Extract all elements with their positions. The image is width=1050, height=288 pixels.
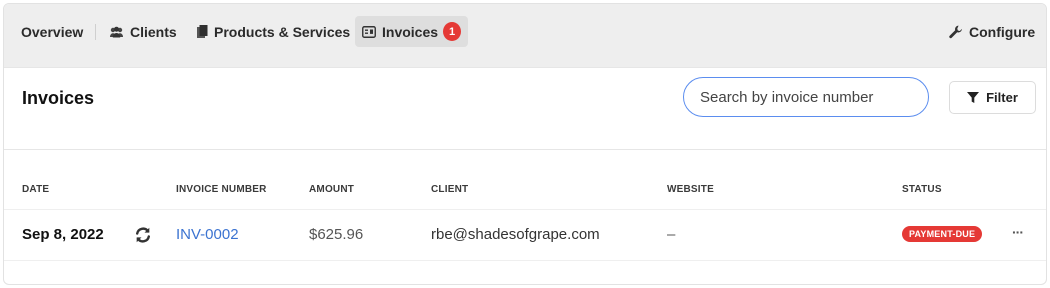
more-icon[interactable]: ···	[1012, 224, 1024, 240]
configure-label: Configure	[969, 23, 1036, 40]
nav-invoices-label: Invoices	[382, 23, 439, 40]
nav-products-label: Products & Services	[214, 23, 351, 40]
recurring-icon	[134, 226, 152, 244]
page-title: Invoices	[22, 88, 95, 108]
configure-button[interactable]: Configure	[942, 16, 1042, 47]
row-website: –	[667, 226, 676, 243]
invoices-panel: Overview Clients Products & Services Inv…	[3, 3, 1047, 285]
clients-icon	[109, 26, 124, 38]
row-divider-bottom	[4, 260, 1046, 261]
nav-products-services[interactable]: Products & Services	[190, 16, 357, 47]
row-invoice-number-link[interactable]: INV-0002	[176, 226, 239, 243]
filter-icon	[967, 92, 980, 103]
search-input[interactable]	[683, 77, 929, 117]
row-date: Sep 8, 2022	[22, 226, 104, 243]
row-client: rbe@shadesofgrape.com	[431, 226, 600, 243]
column-header-website[interactable]: WEBSITE	[667, 184, 714, 195]
column-header-invoice-number[interactable]: INVOICE NUMBER	[176, 184, 267, 195]
row-amount: $625.96	[309, 226, 364, 243]
filter-button[interactable]: Filter	[949, 81, 1036, 114]
column-header-date[interactable]: DATE	[22, 184, 49, 195]
row-divider	[4, 209, 1046, 210]
nav-divider	[95, 24, 96, 40]
column-header-amount[interactable]: AMOUNT	[309, 184, 354, 195]
nav-overview-label: Overview	[21, 23, 84, 40]
nav-clients[interactable]: Clients	[102, 16, 184, 47]
invoices-count-badge: 1	[443, 22, 461, 41]
nav-invoices[interactable]: Invoices 1	[355, 16, 468, 47]
filter-label: Filter	[986, 90, 1018, 105]
status-badge: PAYMENT-DUE	[902, 226, 983, 242]
products-icon	[197, 24, 208, 39]
column-header-status[interactable]: STATUS	[902, 184, 942, 195]
nav-clients-label: Clients	[130, 23, 177, 40]
column-header-client[interactable]: CLIENT	[431, 184, 468, 195]
top-navigation: Overview Clients Products & Services Inv…	[4, 4, 1046, 68]
wrench-icon	[949, 25, 963, 39]
invoices-icon	[362, 25, 376, 38]
section-divider	[4, 149, 1046, 150]
nav-overview[interactable]: Overview	[14, 16, 90, 47]
